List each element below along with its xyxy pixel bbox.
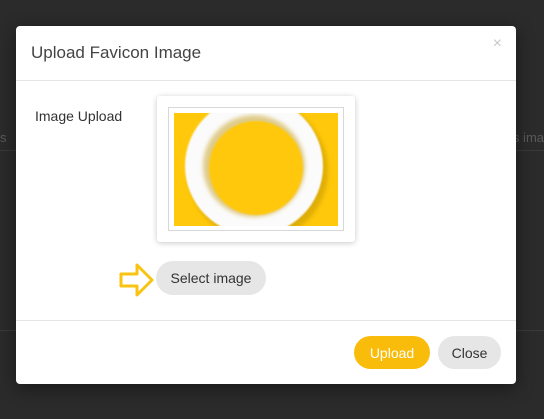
background-text-fragment: s (0, 130, 7, 145)
image-preview-frame (168, 107, 344, 231)
arrow-right-outline-icon (119, 262, 155, 303)
yellow-ring-favicon-icon (174, 113, 338, 226)
image-upload-label: Image Upload (35, 108, 123, 124)
favicon-preview-image (174, 113, 338, 226)
close-button[interactable]: Close (438, 336, 501, 369)
image-preview-card (157, 96, 355, 242)
close-icon[interactable]: × (493, 36, 502, 52)
modal-header: Upload Favicon Image × (16, 26, 516, 81)
upload-favicon-modal: Upload Favicon Image × Image Upload Sele… (16, 26, 516, 384)
select-image-button[interactable]: Select image (156, 261, 266, 295)
modal-title: Upload Favicon Image (31, 43, 202, 62)
modal-footer: Upload Close (16, 320, 516, 384)
upload-button[interactable]: Upload (354, 336, 430, 369)
background-text-fragment: s ima (512, 130, 544, 145)
